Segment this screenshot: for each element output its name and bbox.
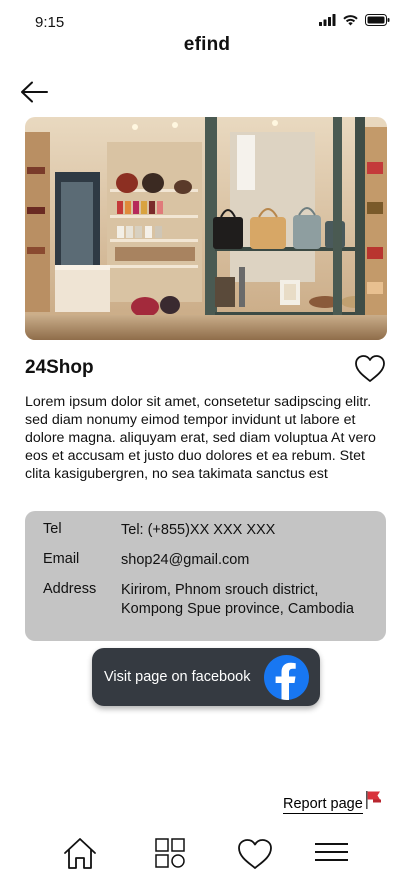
heart-outline-icon: [355, 355, 385, 382]
menu-icon: [315, 843, 348, 861]
report-page-label: Report page: [283, 796, 363, 814]
shop-description: Lorem ipsum dolor sit amet, consetetur s…: [25, 394, 376, 482]
nav-menu-button[interactable]: [312, 834, 352, 874]
tel-row: Tel Tel: (+855)XX XXX XXX: [43, 521, 371, 540]
bottom-navigation: [0, 826, 414, 886]
cellular-signal-icon: [319, 14, 336, 26]
email-value[interactable]: shop24@gmail.com: [121, 551, 371, 570]
contact-info-card: Tel Tel: (+855)XX XXX XXX Email shop24@g…: [25, 511, 386, 641]
red-flag-icon: [365, 791, 381, 809]
favorite-button[interactable]: [353, 352, 387, 386]
facebook-logo-icon: [264, 655, 309, 700]
address-label: Address: [43, 581, 97, 597]
grid-icon: [155, 838, 185, 868]
shop-name: 24Shop: [25, 357, 94, 378]
nav-home-button[interactable]: [60, 834, 100, 874]
arrow-left-icon: [21, 81, 48, 103]
shop-interior-illustration: [25, 117, 387, 340]
tel-value[interactable]: Tel: (+855)XX XXX XXX: [121, 521, 371, 540]
tel-label: Tel: [43, 521, 62, 537]
email-label: Email: [43, 551, 80, 567]
heart-icon: [238, 839, 272, 869]
shop-photo: [25, 117, 387, 340]
email-row: Email shop24@gmail.com: [43, 551, 371, 570]
visit-facebook-label: Visit page on facebook: [104, 669, 251, 685]
home-icon: [64, 838, 96, 869]
app-title: efind: [183, 34, 231, 55]
wifi-icon: [343, 15, 358, 26]
back-button[interactable]: [18, 78, 52, 106]
battery-icon: [365, 14, 390, 26]
status-icons: [319, 14, 390, 26]
status-time: 9:15: [35, 14, 65, 31]
address-value: Kirirom, Phnom srouch district, Kompong …: [121, 582, 354, 617]
nav-categories-button[interactable]: [151, 834, 191, 874]
visit-facebook-button[interactable]: Visit page on facebook: [92, 648, 320, 706]
report-page-link[interactable]: Report page: [283, 790, 383, 814]
nav-favorites-button[interactable]: [235, 834, 275, 874]
address-row: Address Kirirom, Phnom srouch district, …: [43, 581, 371, 619]
